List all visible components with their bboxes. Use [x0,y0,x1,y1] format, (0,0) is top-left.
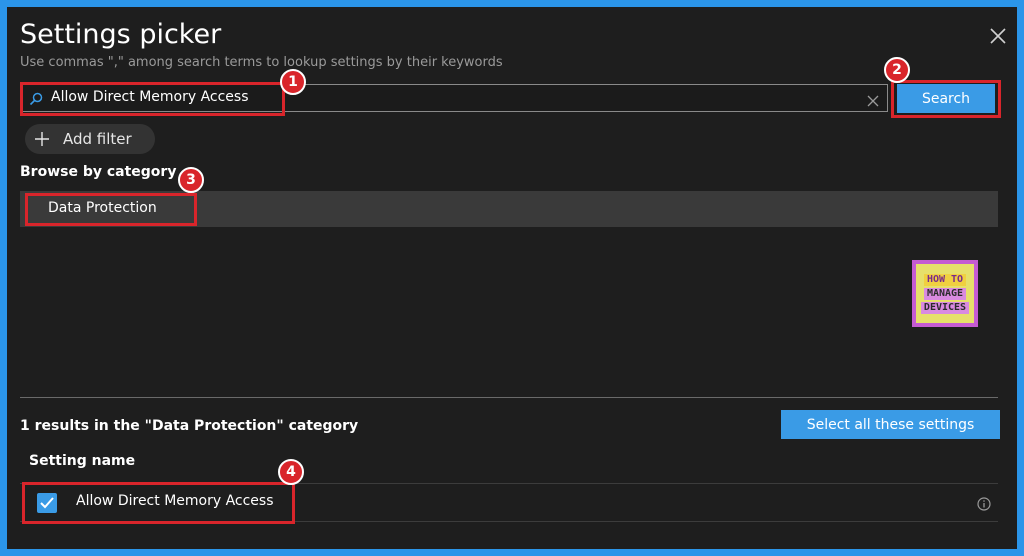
logo-line-2: MANAGE [923,287,967,300]
annotation-badge-1: 1 [280,69,306,95]
add-filter-button[interactable]: Add filter [25,124,155,154]
highlight-result-row [22,482,295,524]
info-icon[interactable] [977,496,991,511]
logo-line-1: HOW TO [923,273,967,286]
close-icon[interactable] [987,25,1009,47]
highlight-category [25,193,197,226]
section-divider [20,397,998,398]
browse-heading: Browse by category [20,164,177,180]
results-summary: 1 results in the "Data Protection" categ… [20,418,359,434]
annotation-badge-2: 2 [884,57,910,83]
highlight-search-input [20,82,285,116]
select-all-button[interactable]: Select all these settings [781,410,1000,439]
dialog-subtitle: Use commas "," among search terms to loo… [20,55,503,70]
plus-icon [35,132,49,146]
annotation-badge-3: 3 [178,167,204,193]
column-header-setting-name: Setting name [29,453,136,469]
add-filter-label: Add filter [63,130,132,148]
dialog-title: Settings picker [20,19,222,50]
clear-icon[interactable] [867,92,879,107]
annotation-badge-4: 4 [278,459,304,485]
logo-line-3: DEVICES [920,301,970,314]
highlight-search-button [891,80,1001,118]
how-to-manage-devices-logo: HOW TO MANAGE DEVICES [912,260,978,327]
settings-picker-dialog: Settings picker Use commas "," among sea… [7,7,1017,549]
